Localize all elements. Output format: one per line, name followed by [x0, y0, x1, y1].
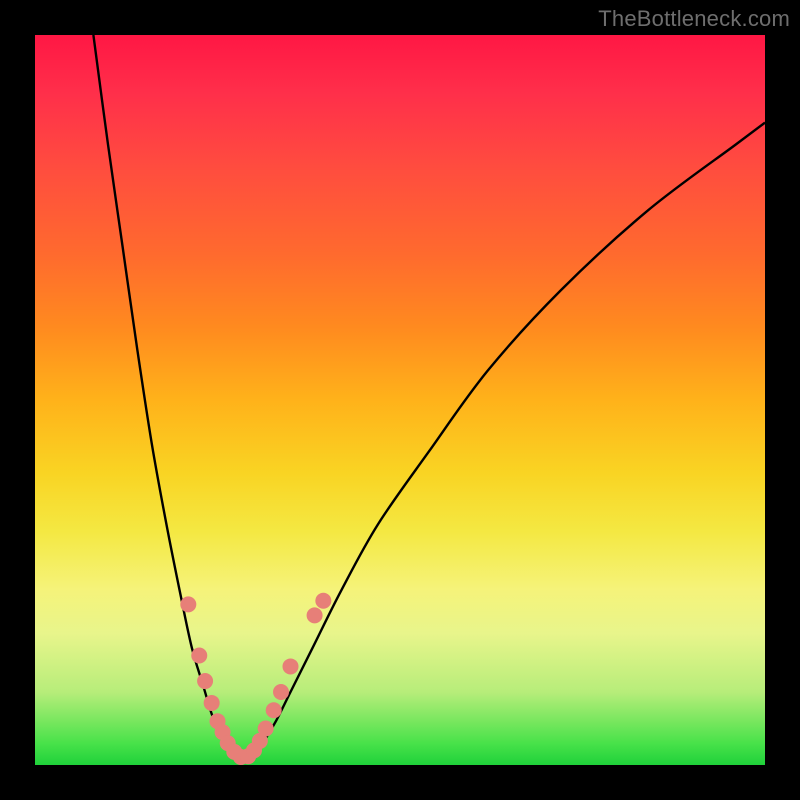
sample-dot	[273, 684, 289, 700]
plot-area	[35, 35, 765, 765]
curve-layer	[93, 35, 765, 758]
sample-dot	[283, 658, 299, 674]
sample-dot	[258, 721, 274, 737]
chart-svg	[35, 35, 765, 765]
sample-dot	[191, 648, 207, 664]
marker-layer	[180, 593, 331, 765]
chart-frame: TheBottleneck.com	[0, 0, 800, 800]
sample-dot	[204, 695, 220, 711]
sample-dot	[315, 593, 331, 609]
watermark-text: TheBottleneck.com	[598, 6, 790, 32]
sample-dot	[180, 596, 196, 612]
sample-dot	[197, 673, 213, 689]
sample-dot	[266, 702, 282, 718]
sample-dot	[307, 607, 323, 623]
bottleneck-curve	[93, 35, 765, 758]
